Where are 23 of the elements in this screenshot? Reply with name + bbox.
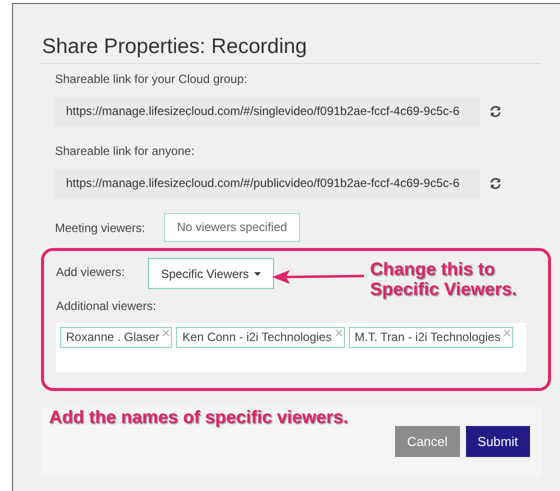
caret-icon	[254, 272, 261, 276]
field-label: Additional viewers:	[56, 298, 158, 314]
field-label: Add viewers:	[56, 264, 126, 280]
close-icon[interactable]	[334, 329, 343, 337]
viewers-dropdown[interactable]: Specific Viewers	[148, 258, 274, 289]
close-icon[interactable]	[162, 329, 170, 337]
field-label: Shareable link for your Cloud group:	[55, 71, 248, 87]
arrow-icon	[272, 269, 364, 285]
refresh-icon[interactable]	[489, 177, 502, 190]
annotation-text: Change this to Specific Viewers.	[370, 259, 518, 299]
submit-button[interactable]: Submit	[466, 426, 530, 457]
field-label: Shareable link for anyone:	[55, 143, 196, 159]
dialog-title: Share Properties: Recording	[42, 34, 308, 60]
field-label: Meeting viewers:	[55, 220, 146, 236]
refresh-icon[interactable]	[489, 105, 502, 118]
link-field: https://manage.lifesizecloud.com/#/singlevideo/f091b2ae-fccf-4c69-9c5c-6	[55, 97, 480, 126]
link-field: https://manage.lifesizecloud.com/#/publicvideo/f091b2ae-fccf-4c69-9c5c-6	[55, 169, 480, 198]
viewer-tag[interactable]: M.T. Tran - i2i Technologies	[348, 327, 514, 348]
close-icon[interactable]	[503, 329, 512, 337]
viewers-field: No viewers specified	[164, 213, 300, 242]
viewer-tag[interactable]: Roxanne . Glaser	[60, 327, 172, 348]
viewer-tag[interactable]: Ken Conn - i2i Technologies	[176, 327, 345, 348]
annotation-text: Add the names of specific viewers.	[49, 407, 348, 428]
